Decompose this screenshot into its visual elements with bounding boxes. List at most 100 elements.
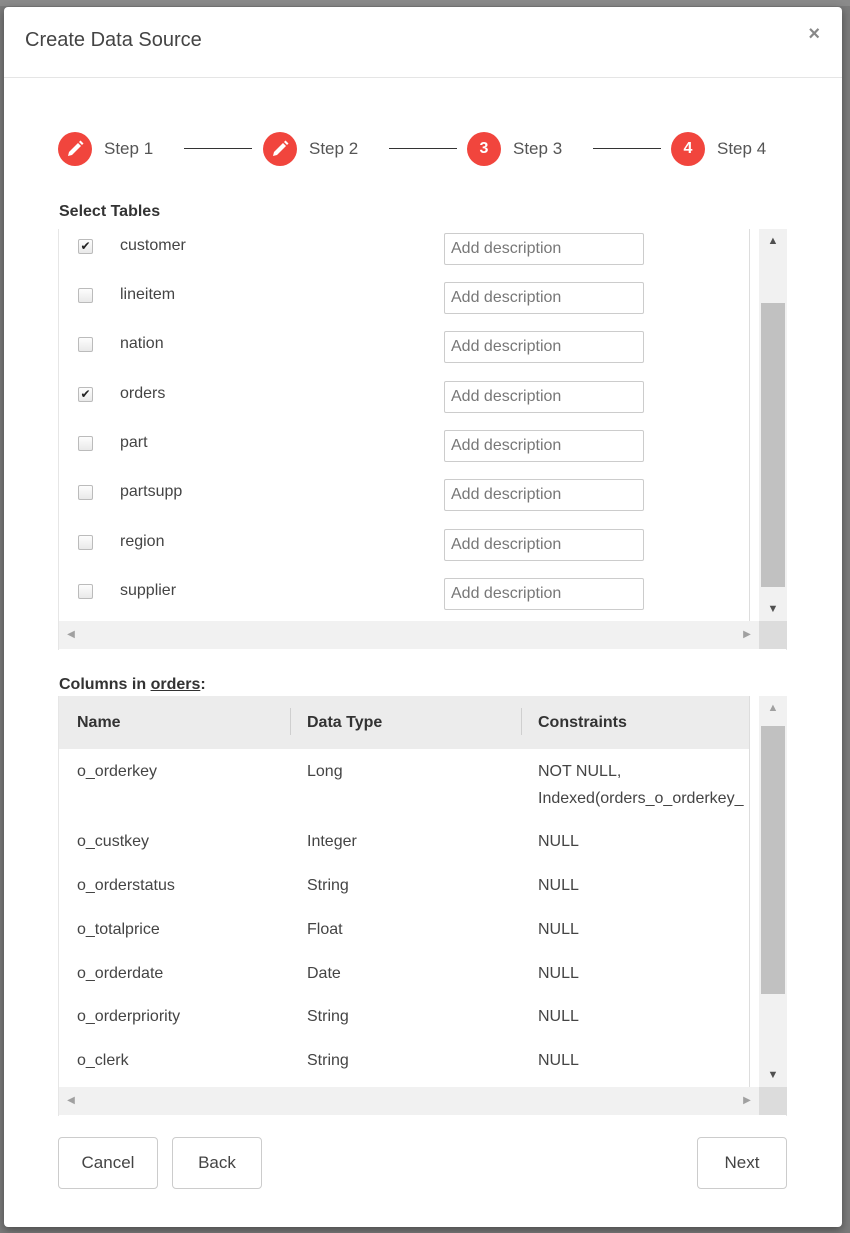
table-row: ✔ orders bbox=[59, 379, 749, 419]
column-header-name[interactable]: Name bbox=[77, 696, 121, 749]
column-type: Integer bbox=[307, 833, 357, 850]
column-type: String bbox=[307, 1008, 349, 1025]
column-divider[interactable] bbox=[521, 708, 522, 735]
columns-vertical-scrollbar[interactable]: ▲ ▼ bbox=[759, 696, 787, 1087]
column-name: o_orderdate bbox=[77, 965, 164, 982]
columns-header: Name Data Type Constraints bbox=[59, 696, 749, 749]
description-input[interactable] bbox=[444, 479, 644, 511]
columns-horizontal-scrollbar[interactable]: ◀ ▶ bbox=[59, 1087, 759, 1115]
close-icon[interactable]: × bbox=[808, 24, 820, 44]
table-row: ✔ customer bbox=[59, 231, 749, 271]
scroll-down-icon[interactable]: ▼ bbox=[759, 597, 787, 621]
step-2[interactable]: Step 2 bbox=[263, 131, 358, 167]
column-constraints: NULL bbox=[538, 1008, 579, 1025]
table-name: lineitem bbox=[120, 286, 176, 303]
description-input[interactable] bbox=[444, 233, 644, 265]
description-input[interactable] bbox=[444, 578, 644, 610]
column-header-data-type[interactable]: Data Type bbox=[307, 696, 382, 749]
table-checkbox[interactable] bbox=[78, 535, 93, 550]
scroll-up-icon[interactable]: ▲ bbox=[759, 229, 787, 253]
selected-table-link[interactable]: orders bbox=[151, 676, 201, 693]
table-checkbox[interactable] bbox=[78, 436, 93, 451]
back-button[interactable]: Back bbox=[172, 1137, 262, 1189]
scroll-thumb[interactable] bbox=[761, 303, 785, 587]
create-data-source-modal: Create Data Source × Step 1 Step 2 3 Ste… bbox=[4, 7, 842, 1227]
backdrop bbox=[0, 0, 850, 6]
table-checkbox[interactable]: ✔ bbox=[78, 239, 93, 254]
column-row: o_orderdate Date NULL bbox=[59, 960, 749, 990]
next-button[interactable]: Next bbox=[697, 1137, 787, 1189]
tables-horizontal-scrollbar[interactable]: ◀ ▶ bbox=[59, 621, 759, 649]
columns-heading-suffix: : bbox=[200, 676, 206, 693]
column-name: o_orderpriority bbox=[77, 1008, 181, 1025]
column-divider[interactable] bbox=[290, 708, 291, 735]
cancel-button[interactable]: Cancel bbox=[58, 1137, 158, 1189]
columns-heading-prefix: Columns in bbox=[59, 676, 151, 693]
column-constraints: NULL bbox=[538, 877, 579, 894]
scroll-thumb[interactable] bbox=[761, 726, 785, 994]
table-checkbox[interactable] bbox=[78, 485, 93, 500]
column-row: o_orderkey Long NOT NULL, Indexed(orders… bbox=[59, 758, 749, 818]
scroll-down-icon[interactable]: ▼ bbox=[759, 1063, 787, 1087]
column-type: String bbox=[307, 1052, 349, 1069]
modal-header: Create Data Source × bbox=[4, 7, 842, 78]
modal-title: Create Data Source bbox=[25, 29, 202, 51]
column-header-constraints[interactable]: Constraints bbox=[538, 696, 627, 749]
column-type: Long bbox=[307, 763, 343, 780]
scroll-right-icon[interactable]: ▶ bbox=[735, 621, 759, 649]
description-input[interactable] bbox=[444, 282, 644, 314]
column-constraints: NULL bbox=[538, 833, 579, 850]
table-name: region bbox=[120, 533, 165, 550]
column-row: o_orderpriority String NULL bbox=[59, 1003, 749, 1033]
column-name: o_clerk bbox=[77, 1052, 129, 1069]
description-input[interactable] bbox=[444, 430, 644, 462]
table-row: nation bbox=[59, 329, 749, 369]
column-name: o_orderstatus bbox=[77, 877, 175, 894]
table-checkbox[interactable] bbox=[78, 337, 93, 352]
table-checkbox[interactable] bbox=[78, 288, 93, 303]
column-constraints: NULL bbox=[538, 965, 579, 982]
column-name: o_orderkey bbox=[77, 763, 158, 780]
scroll-left-icon[interactable]: ◀ bbox=[59, 621, 83, 649]
columns-table: Name Data Type Constraints o_orderkey Lo… bbox=[58, 696, 787, 1116]
step-1[interactable]: Step 1 bbox=[58, 131, 153, 167]
description-input[interactable] bbox=[444, 331, 644, 363]
scroll-corner bbox=[759, 1087, 787, 1115]
table-checkbox[interactable]: ✔ bbox=[78, 387, 93, 402]
step-label: Step 1 bbox=[104, 139, 154, 158]
table-checkbox[interactable] bbox=[78, 584, 93, 599]
column-row: o_orderstatus String NULL bbox=[59, 872, 749, 902]
table-row: partsupp bbox=[59, 477, 749, 517]
column-name: o_totalprice bbox=[77, 921, 160, 938]
scroll-left-icon[interactable]: ◀ bbox=[59, 1087, 83, 1115]
step-connector bbox=[389, 148, 457, 149]
table-name: orders bbox=[120, 385, 166, 402]
table-row: supplier bbox=[59, 576, 749, 616]
column-type: String bbox=[307, 877, 349, 894]
column-row: o_clerk String NULL bbox=[59, 1047, 749, 1077]
step-4[interactable]: 4 Step 4 bbox=[671, 131, 766, 167]
select-tables-heading: Select Tables bbox=[59, 203, 161, 220]
step-3[interactable]: 3 Step 3 bbox=[467, 131, 562, 167]
wizard-stepper: Step 1 Step 2 3 Step 3 4 Step 4 bbox=[4, 131, 842, 167]
description-input[interactable] bbox=[444, 381, 644, 413]
scroll-right-icon[interactable]: ▶ bbox=[735, 1087, 759, 1115]
column-constraints: NULL bbox=[538, 921, 579, 938]
table-name: nation bbox=[120, 335, 164, 352]
column-type: Date bbox=[307, 965, 341, 982]
tables-vertical-scrollbar[interactable]: ▲ ▼ bbox=[759, 229, 787, 621]
column-row: o_custkey Integer NULL bbox=[59, 828, 749, 858]
column-constraints: NOT NULL, bbox=[538, 763, 622, 780]
table-name: partsupp bbox=[120, 483, 183, 500]
step-label: Step 4 bbox=[717, 139, 767, 158]
table-row: lineitem bbox=[59, 280, 749, 320]
column-row: o_totalprice Float NULL bbox=[59, 916, 749, 946]
description-input[interactable] bbox=[444, 529, 644, 561]
step-badge: 4 bbox=[671, 132, 705, 166]
tables-list: ✔ customer lineitem nation ✔ orders bbox=[58, 229, 787, 650]
pencil-icon bbox=[263, 132, 297, 166]
scroll-up-icon[interactable]: ▲ bbox=[759, 696, 787, 720]
column-name: o_custkey bbox=[77, 833, 150, 850]
step-connector bbox=[593, 148, 661, 149]
step-connector bbox=[184, 148, 252, 149]
